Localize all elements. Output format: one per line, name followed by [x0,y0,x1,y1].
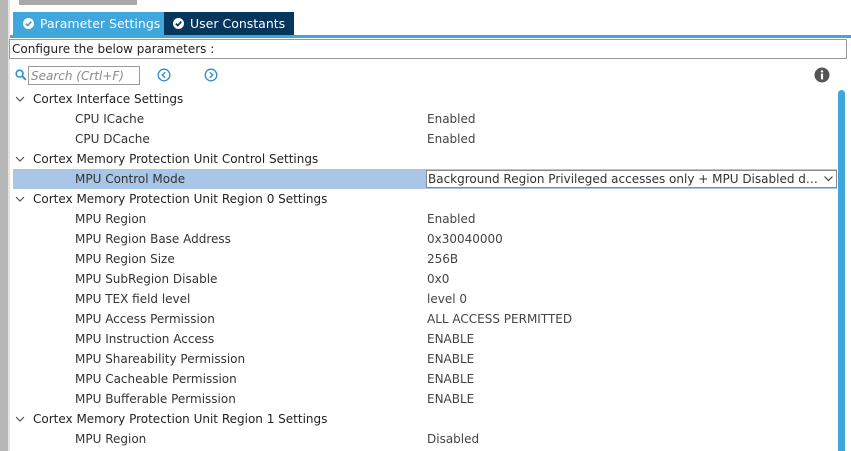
param-label: MPU Region Size [75,252,175,266]
param-label: MPU Cacheable Permission [75,372,237,386]
param-label: MPU Control Mode [75,172,186,186]
panel-resize-grip[interactable] [19,0,137,5]
param-value[interactable]: ENABLE [427,329,474,349]
param-row-mpu-control-mode[interactable]: MPU Control Mode Background Region Privi… [13,169,837,189]
tree-group-cortex-interface[interactable]: Cortex Interface Settings [13,89,837,109]
param-value[interactable]: ENABLE [427,349,474,369]
param-value[interactable]: Enabled [427,129,476,149]
param-label: MPU Region [75,212,147,226]
tab-parameter-settings[interactable]: Parameter Settings [13,12,164,35]
param-label: MPU Region [75,432,147,446]
param-row-mpu-shareability-permission[interactable]: MPU Shareability Permission ENABLE [13,349,837,369]
chevron-down-icon[interactable] [824,175,833,182]
param-row-mpu-region[interactable]: MPU Region Disabled [13,429,837,449]
param-value[interactable]: Enabled [427,209,476,229]
param-label: MPU Instruction Access [75,332,215,346]
tree-group-mpu-control[interactable]: Cortex Memory Protection Unit Control Se… [13,149,837,169]
param-label: CPU ICache [75,112,145,126]
check-circle-icon [173,18,184,29]
param-row-mpu-bufferable-permission[interactable]: MPU Bufferable Permission ENABLE [13,389,837,409]
arrow-left-circle-icon[interactable] [157,68,171,82]
tab-user-constants[interactable]: User Constants [164,12,294,35]
chevron-down-icon[interactable] [15,95,25,103]
tab-underline [10,35,851,38]
param-label: MPU TEX field level [75,292,191,306]
group-label: Cortex Memory Protection Unit Region 0 S… [33,192,328,206]
param-label: MPU Access Permission [75,312,215,326]
param-row-mpu-tex-field-level[interactable]: MPU TEX field level level 0 [13,289,837,309]
chevron-down-icon[interactable] [15,155,25,163]
tree-group-mpu-region1[interactable]: Cortex Memory Protection Unit Region 1 S… [13,409,837,429]
param-row-mpu-subregion-disable[interactable]: MPU SubRegion Disable 0x0 [13,269,837,289]
param-value[interactable]: 256B [427,249,458,269]
search-input[interactable] [29,67,139,84]
param-value[interactable]: ALL ACCESS PERMITTED [427,309,572,329]
select-value: Background Region Privileged accesses on… [428,172,820,186]
param-value[interactable]: level 0 [427,289,467,309]
param-row-mpu-region-base-address[interactable]: MPU Region Base Address 0x30040000 [13,229,837,249]
param-row-mpu-region[interactable]: MPU Region Enabled [13,209,837,229]
group-label: Cortex Interface Settings [33,92,184,106]
info-icon[interactable] [814,67,830,83]
search-icon [15,69,27,81]
arrow-right-circle-icon[interactable] [204,68,218,82]
param-label: CPU DCache [75,132,150,146]
param-label: MPU Shareability Permission [75,352,246,366]
check-circle-icon [23,18,34,29]
param-row-mpu-region-size[interactable]: MPU Region Size 256B [13,249,837,269]
param-row-mpu-instruction-access[interactable]: MPU Instruction Access ENABLE [13,329,837,349]
chevron-down-icon[interactable] [15,195,25,203]
param-row-mpu-cacheable-permission[interactable]: MPU Cacheable Permission ENABLE [13,369,837,389]
search-field[interactable] [28,66,140,85]
mpu-control-mode-select[interactable]: Background Region Privileged accesses on… [426,170,837,188]
tab-user-constants-label: User Constants [190,16,286,31]
left-panel-edge [8,0,10,451]
param-row-cpu-dcache[interactable]: CPU DCache Enabled [13,129,837,149]
left-panel-border [0,0,8,451]
param-label: MPU Bufferable Permission [75,392,236,406]
configure-parameters-text: Configure the below parameters : [9,39,847,59]
tree-group-mpu-region0[interactable]: Cortex Memory Protection Unit Region 0 S… [13,189,837,209]
param-value[interactable]: 0x0 [427,269,449,289]
param-row-mpu-access-permission[interactable]: MPU Access Permission ALL ACCESS PERMITT… [13,309,837,329]
tab-parameter-settings-label: Parameter Settings [40,16,161,31]
param-label: MPU SubRegion Disable [75,272,218,286]
param-value[interactable]: ENABLE [427,389,474,409]
param-value[interactable]: 0x30040000 [427,229,503,249]
chevron-down-icon[interactable] [15,415,25,423]
param-value[interactable]: ENABLE [427,369,474,389]
param-row-cpu-icache[interactable]: CPU ICache Enabled [13,109,837,129]
group-label: Cortex Memory Protection Unit Region 1 S… [33,412,328,426]
group-label: Cortex Memory Protection Unit Control Se… [33,152,319,166]
param-value[interactable]: Disabled [427,429,479,449]
param-label: MPU Region Base Address [75,232,231,246]
vertical-scrollbar[interactable] [838,90,845,451]
param-value[interactable]: Enabled [427,109,476,129]
